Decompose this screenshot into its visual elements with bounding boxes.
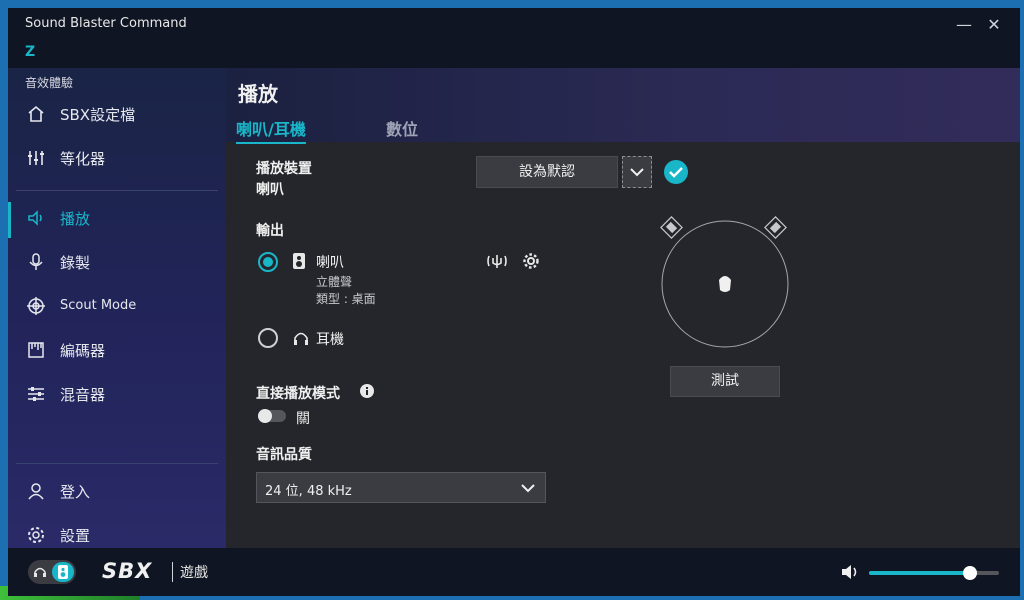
sidebar-divider: [16, 463, 218, 464]
section-label: 音效體驗: [25, 76, 74, 90]
sidebar-item-playback[interactable]: 播放: [8, 198, 226, 238]
speakers-channel: 立體聲: [316, 275, 353, 289]
audio-quality-value: 24 位, 48 kHz: [265, 484, 352, 499]
encoder-icon: [28, 342, 44, 358]
direct-mode-heading: 直接播放模式: [256, 386, 340, 402]
sidebar-item-sbx-profile[interactable]: SBX設定檔: [8, 94, 226, 134]
microphone-icon: [29, 253, 43, 270]
chevron-down-icon: [630, 168, 644, 177]
sbx-logo: SBX: [102, 559, 153, 583]
sbx-mode-label[interactable]: 遊戲: [180, 562, 208, 582]
mixer-icon: [28, 387, 44, 401]
gear-icon: [28, 527, 44, 543]
output-heading: 輸出: [256, 223, 284, 239]
tab-digital[interactable]: 數位: [386, 116, 418, 140]
close-button[interactable]: ✕: [982, 14, 1006, 36]
sidebar-item-label: 播放: [60, 210, 91, 228]
sidebar-item-label: 登入: [60, 483, 91, 501]
speaker-icon: [28, 210, 42, 226]
device-dropdown-button[interactable]: [622, 156, 652, 188]
volume-icon[interactable]: [840, 563, 860, 581]
surround-icon[interactable]: [486, 252, 508, 270]
headphones-label: 耳機: [316, 332, 344, 348]
sidebar-item-label: 混音器: [60, 386, 106, 404]
audio-quality-heading: 音訊品質: [256, 447, 312, 463]
sidebar-item-recording[interactable]: 錄製: [8, 242, 226, 282]
page-title: 播放: [238, 82, 278, 106]
speaker-position-diagram: [660, 216, 789, 348]
home-icon: [28, 105, 44, 122]
volume-slider[interactable]: [869, 566, 999, 580]
user-icon: [28, 483, 44, 500]
headphones-icon: [34, 567, 46, 577]
direct-mode-toggle[interactable]: [258, 409, 286, 423]
sidebar: 音效體驗 SBX設定檔 等化器 播放 錄製 Scout Mode 編碼器 混音器…: [8, 68, 226, 548]
playback-device-value: 喇叭: [256, 182, 284, 198]
tab-speakers-headphones[interactable]: 喇叭/耳機: [236, 116, 306, 144]
volume-fill: [869, 571, 971, 575]
chevron-down-icon: [521, 484, 535, 493]
speakers-type: 類型 : 桌面: [316, 292, 376, 306]
app-title: Sound Blaster Command: [25, 16, 187, 31]
sidebar-item-label: 錄製: [60, 254, 91, 272]
left-speaker-icon: [660, 216, 683, 239]
app-logo: Z: [25, 44, 36, 60]
set-default-button[interactable]: 設為默認: [476, 156, 618, 188]
equalizer-icon: [28, 151, 44, 165]
playback-device-heading: 播放裝置: [256, 161, 312, 177]
sidebar-item-scout-mode[interactable]: Scout Mode: [8, 286, 226, 326]
sidebar-item-mixer[interactable]: 混音器: [8, 374, 226, 414]
title-bar: Sound Blaster Command Z — ✕: [8, 8, 1020, 68]
audio-quality-select[interactable]: 24 位, 48 kHz: [256, 472, 546, 503]
right-speaker-icon: [764, 216, 787, 239]
headphones-icon: [294, 332, 308, 345]
sidebar-item-label: 編碼器: [60, 342, 106, 360]
minimize-button[interactable]: —: [952, 14, 976, 36]
test-button[interactable]: 測試: [670, 366, 780, 397]
sidebar-item-label: Scout Mode: [60, 298, 137, 313]
speakers-radio[interactable]: [258, 252, 278, 272]
speaker-device-icon: [58, 565, 68, 579]
speakers-label: 喇叭: [316, 255, 344, 271]
crosshair-icon: [27, 297, 45, 315]
app-window: Sound Blaster Command Z — ✕ 音效體驗 SBX設定檔 …: [8, 8, 1020, 596]
info-icon[interactable]: [360, 384, 374, 398]
footer-bar: SBX 遊戲: [8, 548, 1020, 596]
sidebar-item-login[interactable]: 登入: [8, 471, 226, 511]
sidebar-divider: [16, 190, 218, 191]
default-check-icon: [664, 160, 688, 184]
sidebar-item-label: 設置: [60, 527, 91, 545]
volume-knob[interactable]: [963, 566, 978, 580]
sidebar-item-encoder[interactable]: 編碼器: [8, 330, 226, 370]
speaker-settings-gear-icon[interactable]: [522, 252, 540, 270]
active-indicator: [8, 202, 11, 238]
sidebar-item-label: SBX設定檔: [60, 106, 136, 124]
headphones-radio[interactable]: [258, 328, 278, 348]
sidebar-item-equalizer[interactable]: 等化器: [8, 138, 226, 178]
footer-separator: [172, 562, 173, 582]
main-content: 播放 喇叭/耳機 數位 播放裝置 喇叭 設為默認 輸出 喇叭 立體聲 類型 : …: [226, 68, 1020, 548]
sidebar-item-label: 等化器: [60, 150, 106, 168]
output-switch-toggle[interactable]: [28, 560, 76, 584]
speaker-device-icon: [293, 253, 305, 269]
listener-head-icon: [719, 276, 731, 292]
direct-mode-state: 關: [296, 411, 310, 427]
content-header: 播放 喇叭/耳機 數位: [226, 68, 1020, 144]
speaker-toggle-knob: [52, 562, 74, 582]
